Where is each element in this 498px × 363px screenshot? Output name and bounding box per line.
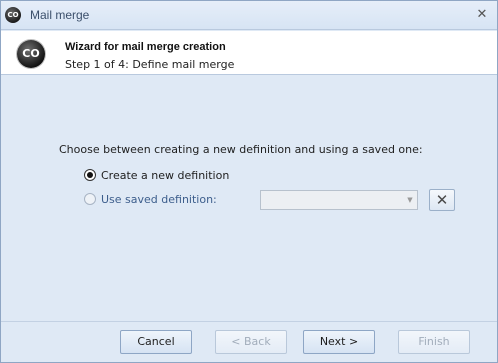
wizard-header: CO Wizard for mail merge creation Step 1… [1,31,497,75]
finish-button[interactable]: Finish [398,330,470,354]
option-create-new[interactable]: Create a new definition [84,167,229,183]
title-bar[interactable]: CO Mail merge ✕ [1,1,497,30]
app-icon: CO [5,7,21,23]
clear-definition-button[interactable]: ✕ [429,189,455,211]
x-icon: ✕ [435,191,449,209]
logo: CO [17,40,45,68]
cancel-button[interactable]: Cancel [120,330,192,354]
next-button[interactable]: Next > [303,330,375,354]
wizard-title: Wizard for mail merge creation [65,41,226,53]
wizard-step: Step 1 of 4: Define mail merge [65,58,235,71]
close-icon[interactable]: ✕ [475,8,489,22]
wizard-body: Choose between creating a new definition… [1,76,497,321]
wizard-footer: Cancel < Back Next > Finish [1,321,497,362]
option-use-saved[interactable]: Use saved definition: [84,191,217,207]
radio-use-saved[interactable] [84,193,96,205]
chevron-down-icon[interactable]: ▼ [406,196,414,204]
choice-prompt: Choose between creating a new definition… [59,143,423,156]
saved-definition-select[interactable]: ▼ [260,190,418,210]
radio-use-saved-label[interactable]: Use saved definition: [101,193,217,206]
radio-create-new-label[interactable]: Create a new definition [101,169,229,182]
radio-create-new[interactable] [84,169,96,181]
mail-merge-window: CO Mail merge ✕ CO Wizard for mail merge… [0,0,498,363]
back-button[interactable]: < Back [215,330,287,354]
window-title: Mail merge [30,8,90,22]
